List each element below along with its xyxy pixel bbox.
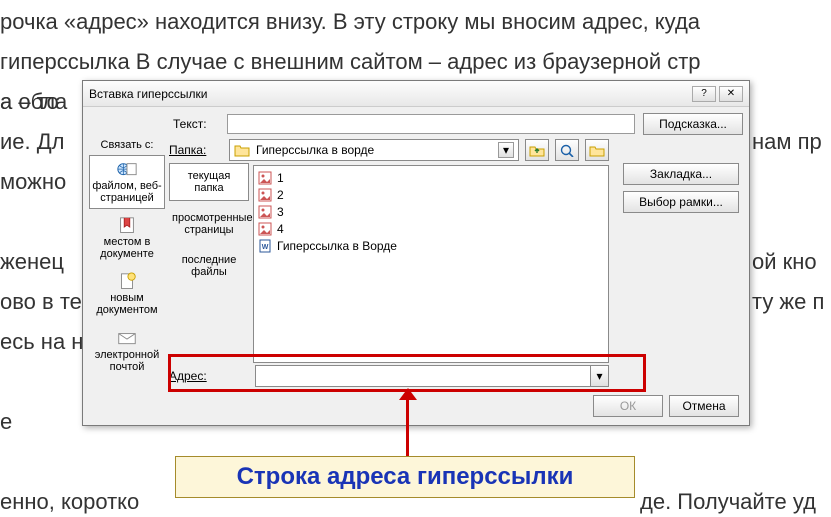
doc-text: ой кно <box>752 248 817 277</box>
doc-text: ту же п <box>752 288 824 317</box>
file-name: 2 <box>277 188 284 202</box>
list-item[interactable]: W Гиперссылка в Ворде <box>258 237 604 254</box>
doc-text: рочка «адрес» находится внизу. В эту стр… <box>0 8 700 37</box>
dialog-title: Вставка гиперссылки <box>89 87 689 101</box>
doc-text: е <box>0 408 12 437</box>
new-doc-icon <box>116 272 138 290</box>
list-item[interactable]: 4 <box>258 220 604 237</box>
doc-text: гиперссылка В случае с внешним сайтом – … <box>0 48 701 77</box>
image-file-icon <box>258 222 272 236</box>
cancel-button[interactable]: Отмена <box>669 395 739 417</box>
list-item[interactable]: 3 <box>258 203 604 220</box>
folder-icon <box>234 143 250 157</box>
address-input[interactable] <box>256 366 590 386</box>
doc-text: де. Получайте уд <box>640 488 816 517</box>
ok-button: ОК <box>593 395 663 417</box>
globe-page-icon <box>116 160 138 178</box>
doc-text: а – то <box>0 88 59 117</box>
up-folder-button[interactable] <box>525 139 549 161</box>
doc-text: ово в те <box>0 288 82 317</box>
target-frame-button[interactable]: Выбор рамки... <box>623 191 739 213</box>
arrow-line <box>406 394 409 456</box>
callout-label: Строка адреса гиперссылки <box>175 456 635 498</box>
folder-select[interactable]: Гиперссылка в ворде ▾ <box>229 139 519 161</box>
folder-name: Гиперссылка в ворде <box>256 143 374 157</box>
tab-email[interactable]: электронной почтой <box>89 324 165 378</box>
file-name: 1 <box>277 171 284 185</box>
list-item[interactable]: 2 <box>258 186 604 203</box>
browse-current-folder[interactable]: текущая папка <box>169 163 249 201</box>
help-button[interactable]: ? <box>692 86 716 102</box>
browse-browsed-pages[interactable]: просмотренные страницы <box>169 205 249 243</box>
tab-label: новым документом <box>92 292 162 316</box>
tab-place-in-doc[interactable]: местом в документе <box>89 211 165 265</box>
bookmark-doc-icon <box>116 216 138 234</box>
file-name: 4 <box>277 222 284 236</box>
list-item[interactable]: 1 <box>258 169 604 186</box>
doc-text: нам пр <box>752 128 822 157</box>
titlebar: Вставка гиперссылки ? ✕ <box>83 81 749 107</box>
doc-text: можно <box>0 168 66 197</box>
svg-text:W: W <box>262 244 269 251</box>
close-button[interactable]: ✕ <box>719 86 743 102</box>
tab-label: электронной почтой <box>92 349 162 373</box>
file-list[interactable]: 1 2 3 4 W Гиперссылка в Ворде <box>253 165 609 363</box>
bookmark-button[interactable]: Закладка... <box>623 163 739 185</box>
tab-label: файлом, веб-страницей <box>92 180 162 204</box>
word-doc-icon: W <box>258 239 272 253</box>
link-with-label: Связать с: <box>89 139 165 151</box>
chevron-down-icon[interactable]: ▾ <box>590 366 608 386</box>
browse-web-button[interactable] <box>555 139 579 161</box>
doc-text: женец <box>0 248 64 277</box>
text-label: Текст: <box>173 117 219 131</box>
tab-new-doc[interactable]: новым документом <box>89 267 165 321</box>
email-icon <box>116 329 138 347</box>
doc-text: есь на н <box>0 328 83 357</box>
file-name: 3 <box>277 205 284 219</box>
folder-label: Папка: <box>169 143 223 157</box>
hint-button[interactable]: Подсказка... <box>643 113 743 135</box>
address-label: Адрес: <box>169 369 247 383</box>
chevron-down-icon[interactable]: ▾ <box>498 142 514 158</box>
browse-recent-files[interactable]: последние файлы <box>169 247 249 285</box>
doc-text: енно, коротко <box>0 488 139 517</box>
image-file-icon <box>258 188 272 202</box>
image-file-icon <box>258 205 272 219</box>
display-text-input[interactable] <box>227 114 635 134</box>
file-name: Гиперссылка в Ворде <box>277 239 397 253</box>
doc-text: ие. Дл <box>0 128 65 157</box>
browse-file-button[interactable] <box>585 139 609 161</box>
insert-hyperlink-dialog: Вставка гиперссылки ? ✕ Текст: Подсказка… <box>82 80 750 426</box>
address-combo[interactable]: ▾ <box>255 365 609 387</box>
image-file-icon <box>258 171 272 185</box>
tab-label: местом в документе <box>92 236 162 260</box>
tab-file-web[interactable]: файлом, веб-страницей <box>89 155 165 209</box>
